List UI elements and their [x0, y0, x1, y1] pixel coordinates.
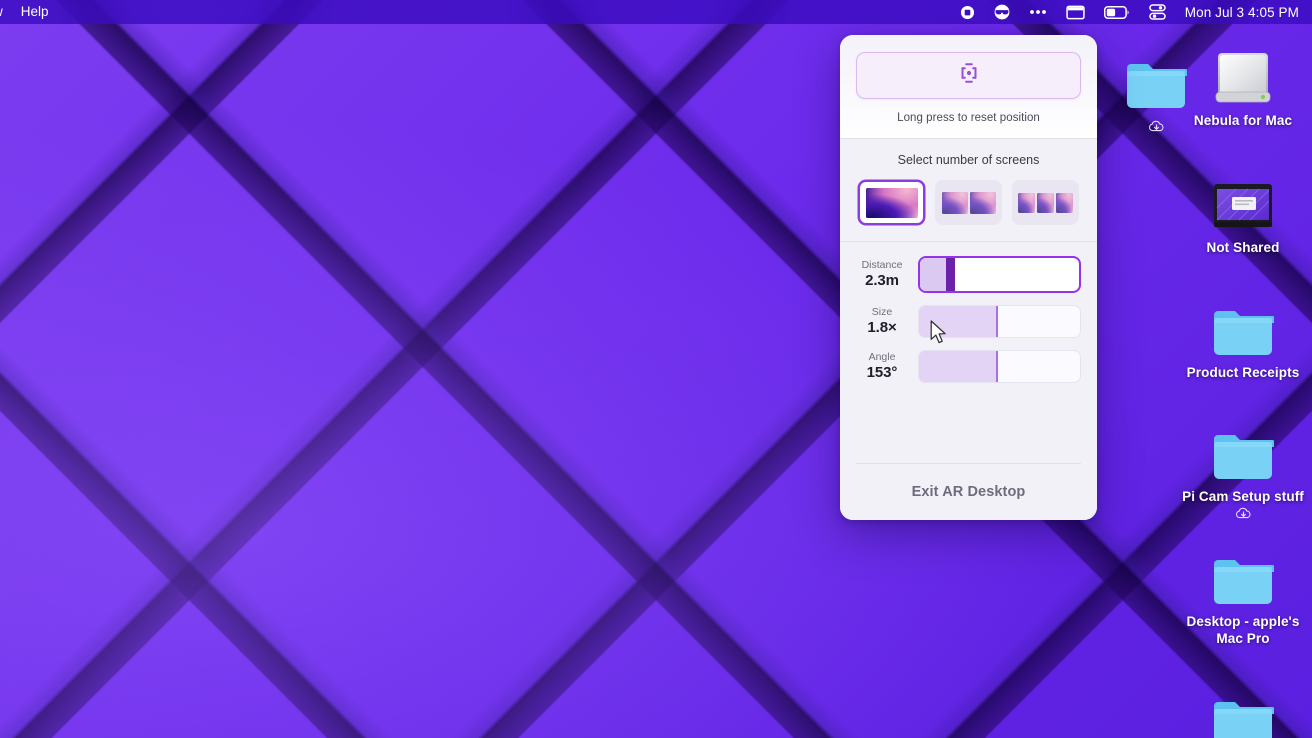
folder-icon: [1212, 285, 1274, 359]
distance-labels: Distance 2.3m: [856, 259, 908, 290]
size-slider-fill: [919, 306, 997, 337]
size-label: Size: [871, 306, 893, 318]
desktop-icon-desktop-apples-mac-pro[interactable]: Desktop - apple's Mac Pro: [1172, 534, 1312, 647]
desktop-icon-pi-cam-setup-stuff[interactable]: Pi Cam Setup stuff: [1172, 409, 1312, 522]
slider-row-angle: Angle 153°: [856, 350, 1081, 383]
distance-value: 2.3m: [865, 272, 899, 289]
desktop-icon-not-shared[interactable]: Not Shared: [1172, 160, 1312, 256]
distance-slider[interactable]: [918, 256, 1081, 293]
menu-bar-status-area: Mon Jul 3 4:05 PM: [960, 0, 1312, 24]
slider-section: Distance 2.3m Size 1.8× Angle 153°: [840, 242, 1097, 401]
size-labels: Size 1.8×: [856, 306, 908, 337]
angle-value: 153°: [866, 364, 898, 381]
slider-row-size: Size 1.8×: [856, 305, 1081, 338]
angle-slider-thumb[interactable]: [996, 351, 998, 382]
size-slider-thumb[interactable]: [996, 306, 998, 337]
angle-label: Angle: [868, 351, 896, 363]
icloud-download-icon[interactable]: [1148, 118, 1165, 136]
angle-slider-fill: [919, 351, 997, 382]
exit-ar-desktop-button[interactable]: Exit AR Desktop: [840, 464, 1097, 520]
desktop-icon-product-receipts[interactable]: Product Receipts: [1172, 285, 1312, 381]
screen-thumbnail: [969, 191, 996, 214]
screen-mirroring-icon[interactable]: [1066, 0, 1085, 24]
reset-position-button[interactable]: [856, 52, 1081, 99]
menu-bar-clock[interactable]: Mon Jul 3 4:05 PM: [1185, 5, 1299, 20]
folder-icon: [1212, 534, 1274, 608]
reset-position-hint: Long press to reset position: [897, 112, 1040, 124]
screen-option-1[interactable]: [858, 180, 925, 225]
menu-help[interactable]: Help: [21, 0, 49, 24]
more-options-icon[interactable]: [1029, 0, 1047, 24]
screen-thumbnail: [941, 191, 968, 214]
distance-slider-thumb[interactable]: [946, 258, 956, 291]
folder-icon: [1212, 676, 1274, 738]
size-slider[interactable]: [918, 305, 1081, 338]
desktop-icon-label: Product Receipts: [1186, 365, 1300, 380]
screen-recording-icon[interactable]: [960, 0, 975, 24]
screen-thumbnail: [1056, 192, 1073, 213]
size-value: 1.8×: [867, 319, 897, 336]
screen-thumbnail: [865, 187, 918, 218]
reset-position-section: Long press to reset position: [840, 35, 1097, 138]
screen-count-options: [856, 180, 1081, 225]
desktop-icon-label: Desktop - apple's Mac Pro: [1186, 614, 1300, 646]
slider-row-distance: Distance 2.3m: [856, 256, 1081, 293]
icloud-download-icon[interactable]: [1235, 505, 1252, 522]
menu-bar: dow Help Mon Jul 3 4:05 PM: [0, 0, 1312, 24]
ar-desktop-panel: Long press to reset position Select numb…: [840, 35, 1097, 520]
exit-section: Exit AR Desktop: [840, 463, 1097, 520]
screen-thumbnail: [1037, 192, 1054, 213]
recenter-target-icon: [956, 60, 982, 91]
screen-count-title: Select number of screens: [897, 153, 1040, 167]
screen-count-section: Select number of screens: [840, 139, 1097, 241]
angle-slider[interactable]: [918, 350, 1081, 383]
menu-window[interactable]: dow: [0, 0, 3, 24]
control-center-icon[interactable]: [1148, 0, 1166, 24]
desktop-icon-nebula-for-mac[interactable]: Nebula for Mac: [1172, 33, 1312, 129]
screen-option-3[interactable]: [1012, 180, 1079, 225]
desktop-icon-label: Not Shared: [1206, 240, 1280, 255]
display-icon: [1210, 160, 1276, 234]
screen-thumbnail: [1018, 192, 1035, 213]
ar-glasses-icon[interactable]: [994, 0, 1010, 24]
menu-bar-left: dow Help: [0, 0, 49, 24]
desktop-icon-label: Pi Cam Setup stuff: [1172, 488, 1312, 522]
screen-option-2[interactable]: [935, 180, 1002, 225]
drive-icon: [1211, 33, 1275, 107]
angle-labels: Angle 153°: [856, 351, 908, 382]
folder-icon: [1212, 409, 1274, 483]
battery-icon[interactable]: [1103, 0, 1130, 24]
desktop-icon-label: Nebula for Mac: [1193, 113, 1293, 128]
desktop-icon-bottom-folder[interactable]: [1172, 676, 1312, 738]
distance-label: Distance: [861, 259, 903, 271]
